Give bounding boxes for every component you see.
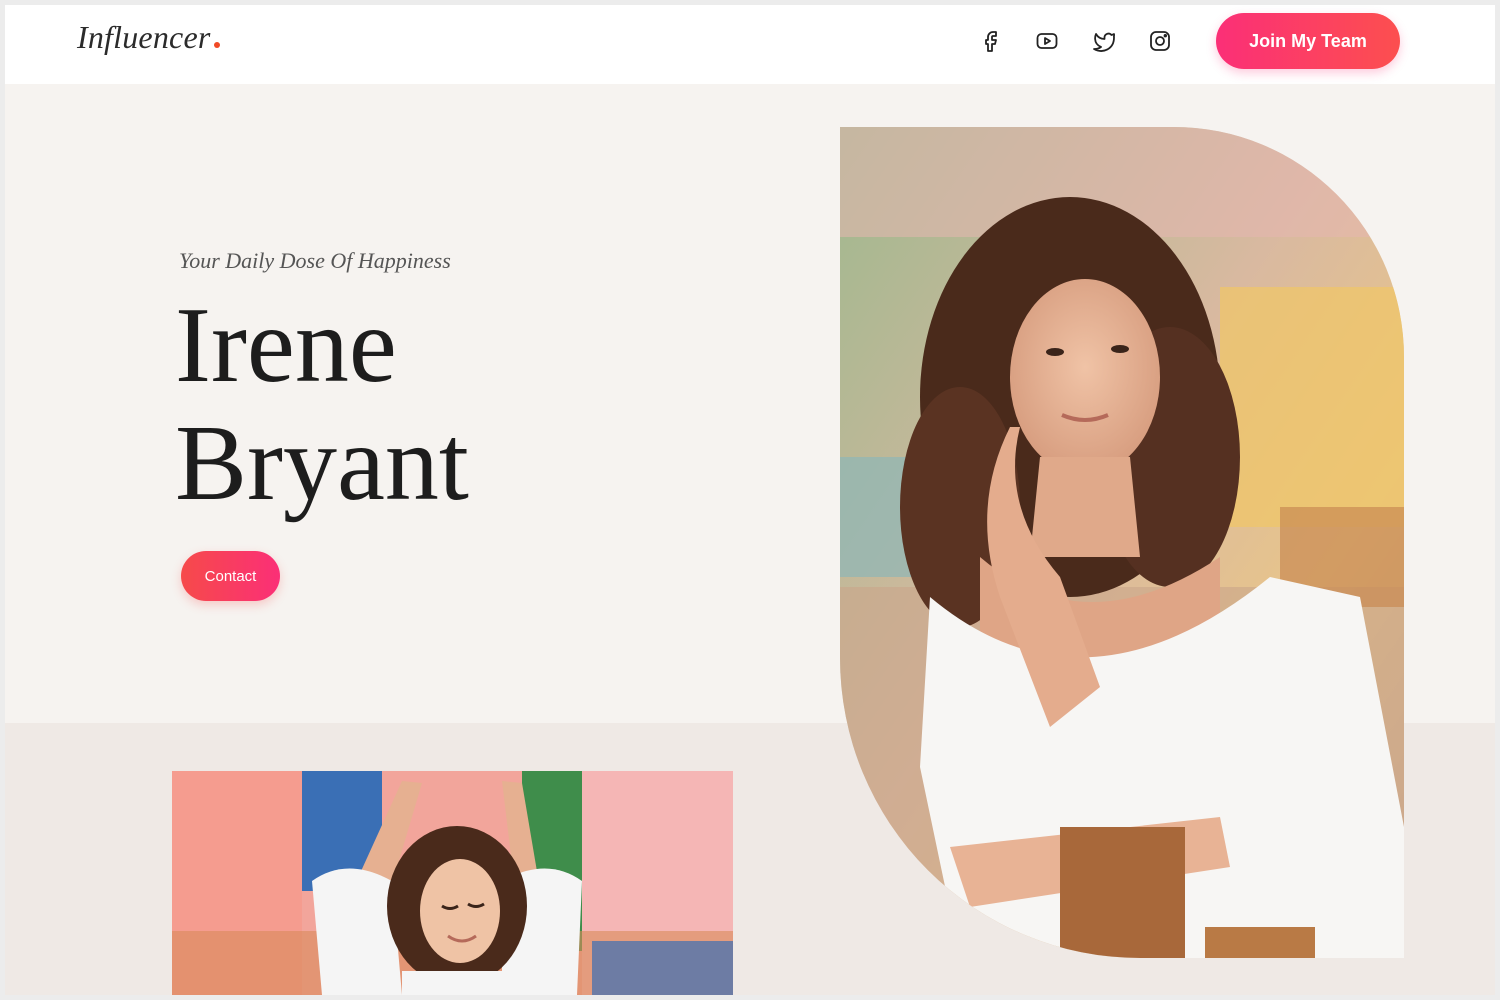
page-frame: Influencer Join My Team Your Daily Dose … xyxy=(5,5,1495,995)
facebook-icon[interactable] xyxy=(977,27,1005,55)
site-header: Influencer Join My Team xyxy=(5,5,1495,84)
name-first: Irene xyxy=(175,286,397,405)
hero-tagline: Your Daily Dose Of Happiness xyxy=(179,248,451,273)
logo-dot xyxy=(213,42,220,48)
logo-text: Influencer xyxy=(77,19,211,55)
join-my-team-button[interactable]: Join My Team xyxy=(1216,13,1400,69)
youtube-icon[interactable] xyxy=(1033,27,1061,55)
twitter-icon[interactable] xyxy=(1090,27,1118,55)
name-last: Bryant xyxy=(175,404,469,523)
hero-name: Irene Bryant xyxy=(175,287,469,523)
contact-button[interactable]: Contact xyxy=(181,551,280,601)
gallery-photo xyxy=(172,771,733,995)
instagram-icon[interactable] xyxy=(1146,27,1174,55)
site-logo[interactable]: Influencer xyxy=(77,19,220,56)
hero-portrait-photo xyxy=(840,127,1404,958)
